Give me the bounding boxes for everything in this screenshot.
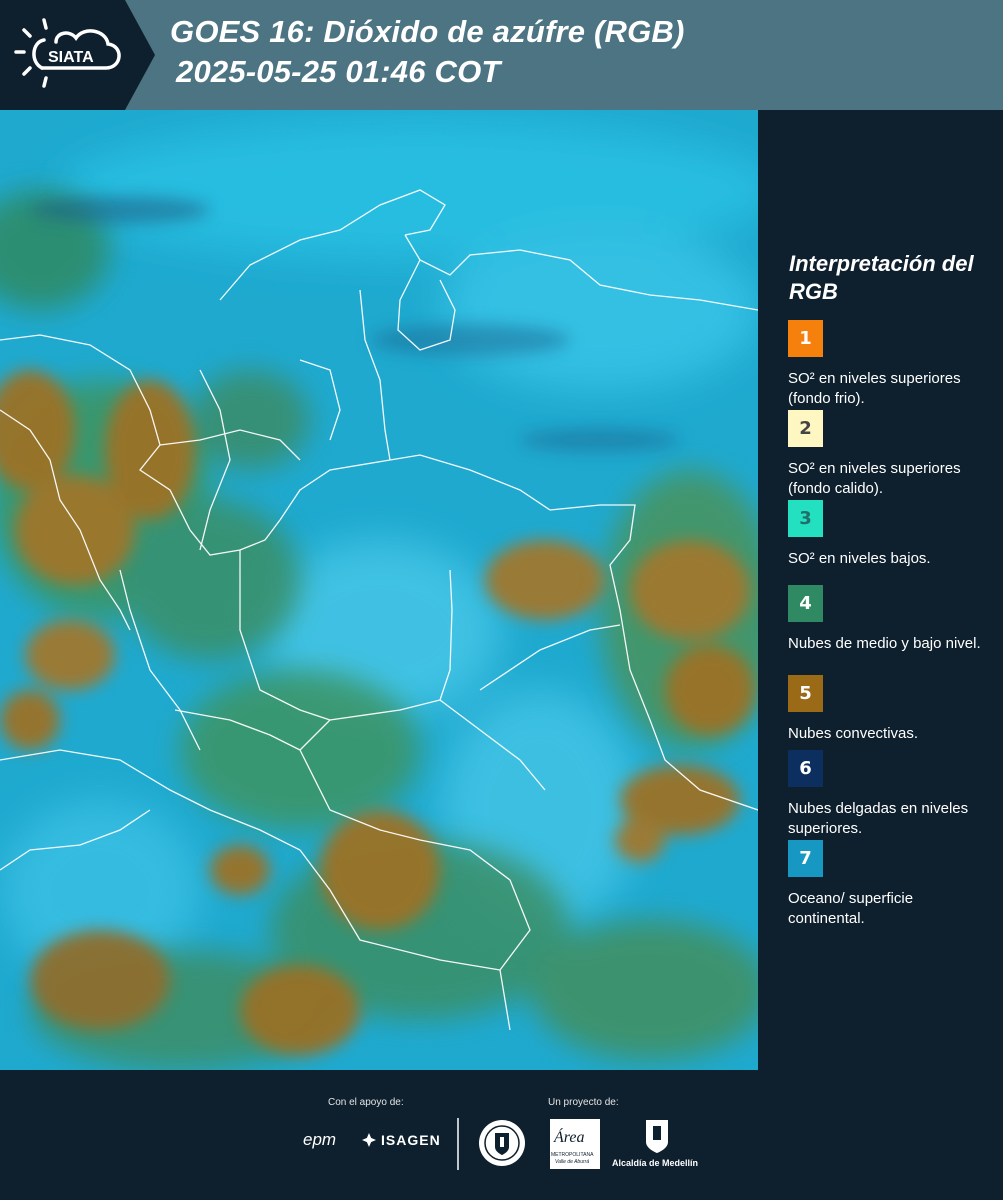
support-caption: Con el apoyo de: xyxy=(328,1097,404,1108)
satellite-map xyxy=(0,110,758,1070)
legend-swatch: 7 xyxy=(788,840,823,877)
legend-label: Nubes convectivas. xyxy=(788,725,919,742)
siata-logo: SIATA xyxy=(14,18,121,88)
legend-swatch: 5 xyxy=(788,675,823,712)
legend-item-7: 7 Oceano/ superficie continental. xyxy=(788,840,988,929)
isagen-logo: ISAGEN xyxy=(381,1132,441,1148)
legend-swatch: 3 xyxy=(788,500,823,537)
legend-item-3: 3 SO² en niveles bajos. xyxy=(788,500,988,569)
epm-logo: epm xyxy=(303,1130,337,1149)
legend-label: Nubes delgadas en niveles superiores. xyxy=(788,800,969,837)
legend-item-5: 5 Nubes convectivas. xyxy=(788,675,988,744)
project-caption: Un proyecto de: xyxy=(548,1097,619,1108)
area-logo-sub: METROPOLITANA xyxy=(551,1152,594,1158)
area-metropolitana-logo: Área METROPOLITANA Valle de Aburrá xyxy=(550,1119,600,1169)
alcaldia-shield-icon xyxy=(644,1118,670,1154)
legend-label: Nubes de medio y bajo nivel. xyxy=(788,635,981,652)
header: SIATA GOES 16: Dióxido de azúfre (RGB) 2… xyxy=(0,0,1003,110)
satellite-image xyxy=(0,110,758,1070)
footer-divider xyxy=(457,1118,459,1170)
page-title: GOES 16: Dióxido de azúfre (RGB) xyxy=(170,14,685,49)
medellin-seal xyxy=(478,1119,526,1167)
alcaldia-logo: Alcaldía de Medellín xyxy=(612,1158,699,1168)
legend-swatch: 6 xyxy=(788,750,823,787)
area-logo-title: Área xyxy=(554,1129,585,1146)
legend-item-4: 4 Nubes de medio y bajo nivel. xyxy=(788,585,988,654)
legend-label: SO² en niveles superiores (fondo calido)… xyxy=(788,460,961,497)
legend-label: SO² en niveles bajos. xyxy=(788,550,931,567)
legend-panel: Interpretación del RGB 1 SO² en niveles s… xyxy=(758,110,1003,1070)
legend-title: Interpretación del RGB xyxy=(789,251,974,304)
footer: Con el apoyo de: Un proyecto de: epm ISA… xyxy=(0,1070,1003,1200)
isagen-icon xyxy=(361,1132,377,1148)
legend-item-1: 1 SO² en niveles superiores (fondo frio). xyxy=(788,320,988,409)
legend-swatch: 4 xyxy=(788,585,823,622)
legend-item-6: 6 Nubes delgadas en niveles superiores. xyxy=(788,750,988,839)
area-logo-sub2: Valle de Aburrá xyxy=(555,1159,590,1165)
legend-label: Oceano/ superficie continental. xyxy=(788,890,914,927)
siata-logo-text: SIATA xyxy=(48,49,94,66)
legend-swatch: 2 xyxy=(788,410,823,447)
legend-item-2: 2 SO² en niveles superiores (fondo calido… xyxy=(788,410,988,499)
legend-swatch: 1 xyxy=(788,320,823,357)
legend-label: SO² en niveles superiores (fondo frio). xyxy=(788,370,961,407)
timestamp: 2025-05-25 01:46 COT xyxy=(176,54,501,89)
